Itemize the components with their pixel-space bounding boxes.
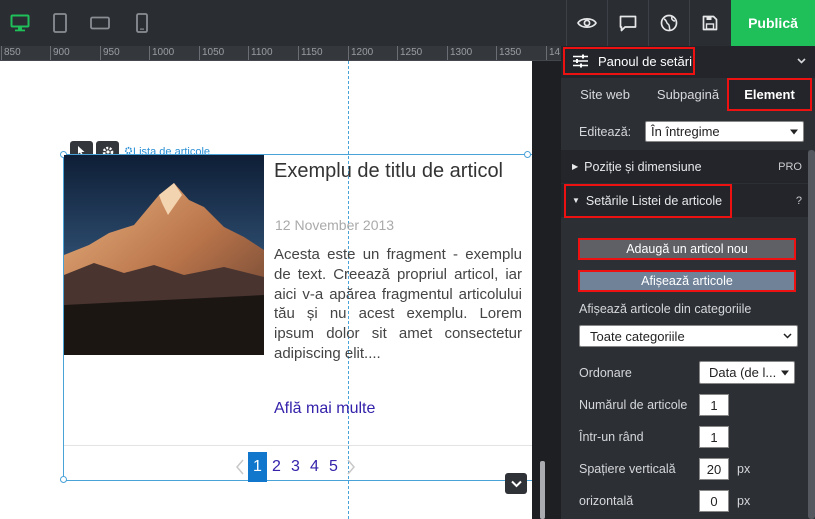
tablet-landscape-icon[interactable] bbox=[80, 0, 120, 46]
canvas-scrollbar[interactable] bbox=[540, 461, 545, 519]
horizontal-spacing-input[interactable]: 0 bbox=[699, 490, 729, 512]
count-label: Numărul de articole bbox=[579, 398, 688, 412]
ruler-tick: 1000 bbox=[149, 46, 174, 60]
horizontal-ruler: 850 900 950 1000 1050 1100 1150 1200 125… bbox=[0, 46, 561, 61]
ruler-tick: 850 bbox=[1, 46, 21, 60]
ruler-tick: 900 bbox=[50, 46, 70, 60]
page-number[interactable]: 3 bbox=[286, 452, 305, 482]
editor-canvas[interactable]: Lista de articole Exemplu de titlu de ar… bbox=[0, 61, 532, 519]
pro-badge: PRO bbox=[778, 160, 802, 173]
category-label: Afișează articole din categoriile bbox=[579, 302, 752, 316]
ruler-tick: 1150 bbox=[298, 46, 323, 60]
order-label: Ordonare bbox=[579, 366, 632, 380]
globe-icon[interactable] bbox=[648, 0, 688, 46]
top-toolbar: Publică bbox=[0, 0, 815, 46]
horizontal-spacing-unit: px bbox=[737, 494, 751, 508]
page-number[interactable]: 5 bbox=[324, 452, 343, 482]
ruler-tick: 14 bbox=[546, 46, 560, 60]
horizontal-spacing-label: orizontală bbox=[579, 494, 634, 508]
tab-subpage[interactable]: Subpagină bbox=[650, 78, 726, 111]
divider bbox=[64, 445, 532, 446]
article-title[interactable]: Exemplu de titlu de articol bbox=[274, 159, 504, 184]
article-image[interactable] bbox=[64, 155, 264, 355]
panel-scrollbar[interactable] bbox=[808, 150, 815, 519]
prev-page-icon[interactable] bbox=[232, 452, 248, 482]
per-row-input[interactable]: 1 bbox=[699, 426, 729, 448]
ruler-tick: 1200 bbox=[348, 46, 373, 60]
settings-panel: Panoul de setări Site web Subpagină Elem… bbox=[561, 46, 815, 519]
chevron-down-icon bbox=[790, 129, 798, 134]
comments-icon[interactable] bbox=[607, 0, 647, 46]
panel-header: Panoul de setări bbox=[561, 46, 815, 78]
desktop-icon[interactable] bbox=[0, 0, 40, 46]
page-number[interactable]: 4 bbox=[305, 452, 324, 482]
ruler-tick: 950 bbox=[100, 46, 120, 60]
panel-tabs: Site web Subpagină Element bbox=[561, 78, 815, 111]
edit-scope-select[interactable]: În întregime bbox=[645, 121, 804, 142]
order-select[interactable]: Data (de l... bbox=[699, 361, 795, 384]
save-icon[interactable] bbox=[689, 0, 729, 46]
ruler-tick: 1050 bbox=[199, 46, 224, 60]
publish-button[interactable]: Publică bbox=[731, 0, 815, 46]
mobile-icon[interactable] bbox=[122, 0, 162, 46]
ruler-tick: 1350 bbox=[496, 46, 521, 60]
section-position[interactable]: ▶ Poziție și dimensiune PRO bbox=[561, 150, 808, 183]
category-select[interactable]: Toate categoriile bbox=[579, 325, 798, 347]
preview-icon[interactable] bbox=[566, 0, 606, 46]
article-excerpt: Acesta este un fragment - exemplu de tex… bbox=[274, 246, 522, 362]
ruler-tick: 1300 bbox=[447, 46, 472, 60]
edit-scope-value: În întregime bbox=[651, 124, 720, 139]
canvas-gutter bbox=[532, 61, 561, 519]
resize-handle[interactable] bbox=[524, 151, 531, 158]
panel-title: Panoul de setări bbox=[598, 53, 692, 69]
page-number[interactable]: 1 bbox=[248, 452, 267, 482]
chevron-down-icon bbox=[783, 333, 792, 339]
tab-element[interactable]: Element bbox=[727, 78, 812, 111]
per-row-label: Într-un rând bbox=[579, 430, 644, 444]
add-article-button[interactable]: Adaugă un articol nou bbox=[578, 238, 796, 260]
panel-title-box[interactable]: Panoul de setări bbox=[563, 47, 695, 75]
page-number[interactable]: 2 bbox=[267, 452, 286, 482]
resize-handle[interactable] bbox=[60, 476, 67, 483]
article-date: 12 November 2013 bbox=[275, 217, 395, 233]
count-input[interactable]: 1 bbox=[699, 394, 729, 416]
collapse-panel-icon[interactable] bbox=[797, 58, 806, 64]
section-position-label: Poziție și dimensiune bbox=[584, 159, 702, 174]
vertical-spacing-unit: px bbox=[737, 462, 751, 476]
vertical-spacing-input[interactable]: 20 bbox=[699, 458, 729, 480]
pagination: 1 2 3 4 5 bbox=[232, 452, 359, 482]
chevron-down-icon bbox=[781, 370, 789, 375]
next-page-icon[interactable] bbox=[343, 452, 359, 482]
ruler-tick: 1250 bbox=[397, 46, 422, 60]
read-more-link[interactable]: Află mai multe bbox=[274, 400, 375, 418]
help-icon[interactable]: ? bbox=[796, 184, 802, 217]
order-value: Data (de l... bbox=[709, 365, 777, 380]
sliders-icon bbox=[573, 54, 588, 68]
section-position-title: ▶ Poziție și dimensiune bbox=[572, 150, 702, 183]
show-articles-button[interactable]: Afișează articole bbox=[578, 270, 796, 292]
ruler-tick: 1100 bbox=[248, 46, 273, 60]
expand-icon: ▶ bbox=[572, 162, 579, 171]
highlight-box bbox=[564, 184, 732, 218]
tablet-icon[interactable] bbox=[40, 0, 80, 46]
edit-label: Editează: bbox=[579, 125, 632, 139]
category-value: Toate categoriile bbox=[590, 328, 685, 344]
vertical-spacing-label: Spațiere verticală bbox=[579, 462, 676, 476]
tab-site-web[interactable]: Site web bbox=[569, 78, 641, 111]
chevron-down-icon[interactable] bbox=[505, 473, 527, 494]
